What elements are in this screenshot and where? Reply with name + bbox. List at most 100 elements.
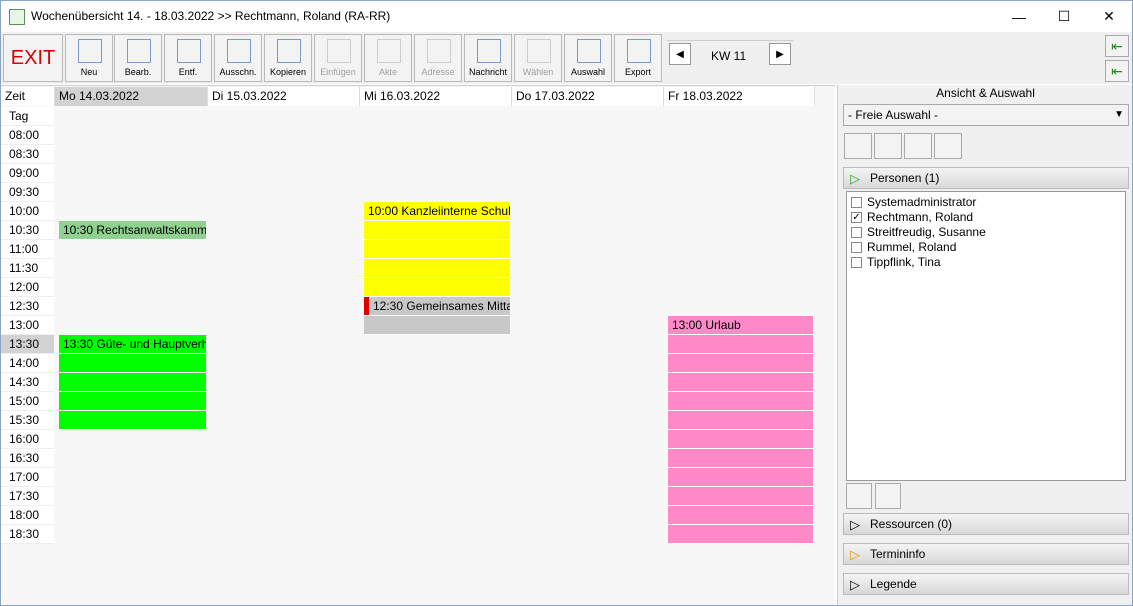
- sort-persons-icon[interactable]: [875, 483, 901, 509]
- toolbar-button-label: Nachricht: [468, 67, 507, 77]
- panel-collapse-icon[interactable]: ⇤: [1105, 35, 1129, 57]
- toolbar-button-6[interactable]: Akte: [364, 34, 412, 82]
- appointment-label[interactable]: 12:30 Gemeinsames Mittag: [364, 297, 510, 315]
- person-item[interactable]: Rummel, Roland: [851, 240, 956, 255]
- appointment-block[interactable]: [59, 373, 206, 392]
- appointment-block[interactable]: [59, 354, 206, 373]
- delete-icon: [177, 39, 201, 63]
- section-resources[interactable]: ▷ Ressourcen (0): [843, 513, 1129, 535]
- appointment-label[interactable]: 13:30 Güte- und Hauptverh: [59, 335, 206, 353]
- maximize-button[interactable]: ☐: [1041, 1, 1087, 32]
- contact-icon: [427, 39, 451, 63]
- person-name: Tippflink, Tina: [867, 255, 941, 269]
- day-header[interactable]: Mi 16.03.2022: [360, 87, 512, 106]
- day-header[interactable]: Do 17.03.2022: [512, 87, 664, 106]
- time-slot-label: 14:30: [1, 373, 54, 392]
- appointment-block[interactable]: [364, 221, 510, 240]
- toolbar-button-0[interactable]: Neu: [65, 34, 113, 82]
- toolbar-button-5[interactable]: Einfügen: [314, 34, 362, 82]
- person-checkbox[interactable]: [851, 257, 862, 268]
- close-button[interactable]: ✕: [1086, 1, 1132, 32]
- add-person-icon[interactable]: [846, 483, 872, 509]
- time-slot-label: 16:00: [1, 430, 54, 449]
- appointment-block[interactable]: [364, 316, 510, 335]
- appointment-block[interactable]: [364, 259, 510, 278]
- appointment-label[interactable]: 10:30 Rechtsanwaltskamm: [59, 221, 206, 239]
- toolbar-button-label: Ausschn.: [219, 67, 257, 77]
- appointment-block[interactable]: [668, 392, 813, 411]
- time-slot-label: 12:30: [1, 297, 54, 316]
- person-checkbox[interactable]: [851, 227, 862, 238]
- time-slot-label: Tag: [1, 107, 54, 126]
- appointment-block[interactable]: [668, 354, 813, 373]
- toolbar-button-3[interactable]: Ausschn.: [214, 34, 262, 82]
- toolbar-button-10[interactable]: Auswahl: [564, 34, 612, 82]
- view-week-icon[interactable]: [874, 133, 902, 159]
- view-workweek-icon[interactable]: [904, 133, 932, 159]
- toolbar-button-8[interactable]: Nachricht: [464, 34, 512, 82]
- appointment-block[interactable]: [364, 278, 510, 297]
- toolbar-button-label: Wählen: [522, 67, 554, 77]
- time-slot-label: 17:30: [1, 487, 54, 506]
- minimize-button[interactable]: —: [996, 1, 1042, 32]
- appointment-block[interactable]: [59, 411, 206, 430]
- time-slot-label: 13:30: [1, 335, 54, 354]
- person-item[interactable]: Tippflink, Tina: [851, 255, 941, 270]
- appointment-block[interactable]: [668, 373, 813, 392]
- time-slot-label: 17:00: [1, 468, 54, 487]
- next-week-button[interactable]: ▶: [769, 43, 791, 65]
- toolbar-button-1[interactable]: Bearb.: [114, 34, 162, 82]
- app-icon: [9, 9, 25, 25]
- appointment-label[interactable]: 13:00 Urlaub: [668, 316, 813, 334]
- previous-week-button[interactable]: ◀: [669, 43, 691, 65]
- plus-icon: [78, 39, 102, 63]
- person-item[interactable]: ✓ Rechtmann, Roland: [851, 210, 973, 225]
- toolbar-button-7[interactable]: Adresse: [414, 34, 462, 82]
- day-header[interactable]: Di 15.03.2022: [208, 87, 360, 106]
- expand-icon: ▷: [850, 547, 860, 562]
- message-icon: [477, 39, 501, 63]
- time-slot-label: 08:00: [1, 126, 54, 145]
- appointment-block[interactable]: [668, 449, 813, 468]
- person-checkbox[interactable]: ✓: [851, 212, 862, 223]
- toolbar-button-9[interactable]: Wählen: [514, 34, 562, 82]
- time-slot-label: 18:30: [1, 525, 54, 544]
- appointment-block[interactable]: [668, 487, 813, 506]
- section-persons[interactable]: ▷ Personen (1): [843, 167, 1129, 189]
- day-header[interactable]: Fr 18.03.2022: [664, 87, 815, 106]
- toolbar-button-11[interactable]: Export: [614, 34, 662, 82]
- exit-button[interactable]: EXIT: [3, 34, 63, 82]
- appointment-block[interactable]: [668, 411, 813, 430]
- appointment-block[interactable]: [668, 335, 813, 354]
- toolbar-button-4[interactable]: Kopieren: [264, 34, 312, 82]
- appointment-block[interactable]: [668, 468, 813, 487]
- day-header[interactable]: Mo 14.03.2022: [55, 87, 208, 106]
- time-slot-label: 12:00: [1, 278, 54, 297]
- selection-dropdown[interactable]: - Freie Auswahl - ▼: [843, 104, 1129, 126]
- appointment-block[interactable]: [668, 430, 813, 449]
- toolbar-button-label: Export: [624, 67, 651, 77]
- app-window: Wochenübersicht 14. - 18.03.2022 >> Rech…: [0, 0, 1133, 606]
- person-checkbox[interactable]: [851, 197, 862, 208]
- chevron-down-icon: ▼: [1114, 109, 1124, 120]
- view-day-icon[interactable]: [844, 133, 872, 159]
- person-item[interactable]: Systemadministrator: [851, 195, 976, 210]
- person-checkbox[interactable]: [851, 242, 862, 253]
- time-slot-label: 10:30: [1, 221, 54, 240]
- appointment-block[interactable]: [364, 240, 510, 259]
- person-name: Streitfreudig, Susanne: [867, 225, 986, 239]
- view-month-icon[interactable]: [934, 133, 962, 159]
- section-resources-label: Ressourcen (0): [870, 517, 953, 531]
- appointment-block[interactable]: [668, 506, 813, 525]
- section-legend[interactable]: ▷ Legende: [843, 573, 1129, 595]
- panel-expand-icon[interactable]: ⇤: [1105, 60, 1129, 82]
- person-item[interactable]: Streitfreudig, Susanne: [851, 225, 986, 240]
- appointment-label[interactable]: 10:00 Kanzleiinterne Schul: [364, 202, 510, 220]
- appointment-block[interactable]: [59, 392, 206, 411]
- section-terminfo[interactable]: ▷ Termininfo: [843, 543, 1129, 565]
- time-slot-label: 10:00: [1, 202, 54, 221]
- time-slot-label: 09:30: [1, 183, 54, 202]
- week-label: KW 11: [711, 49, 747, 63]
- appointment-block[interactable]: [668, 525, 813, 544]
- toolbar-button-2[interactable]: Entf.: [164, 34, 212, 82]
